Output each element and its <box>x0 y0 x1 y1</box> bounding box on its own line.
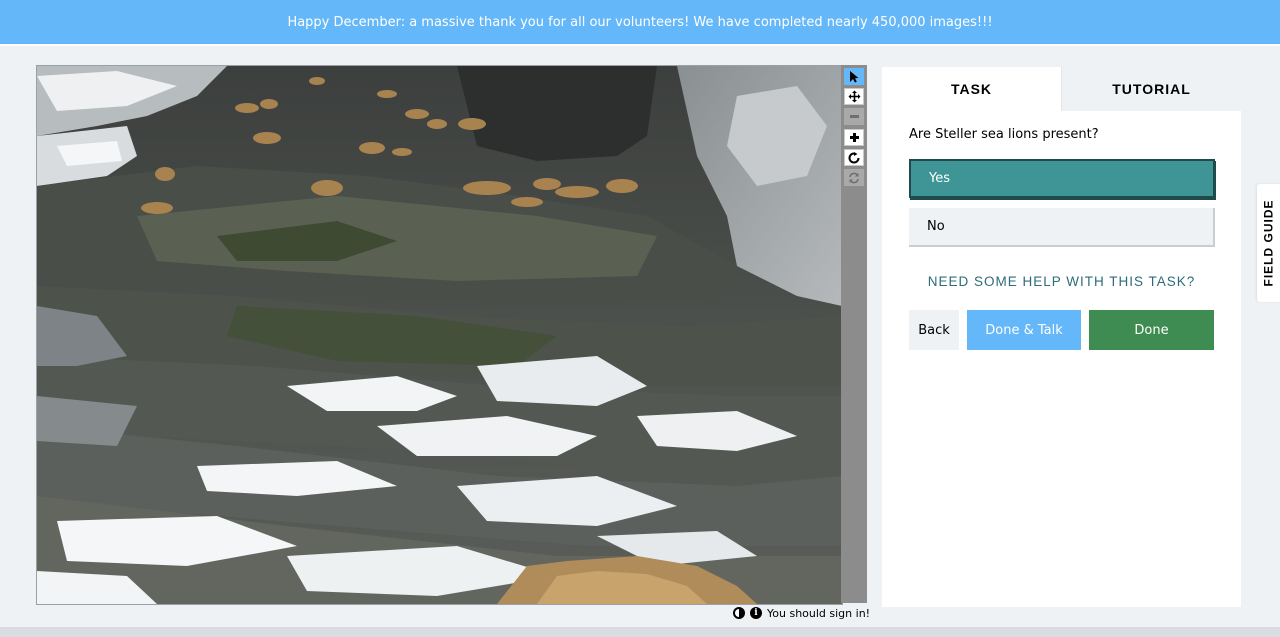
rotate-button[interactable] <box>844 149 864 166</box>
answer-no-label: No <box>927 219 945 234</box>
move-tool-button[interactable] <box>844 88 864 105</box>
banner-divider <box>0 44 1280 46</box>
answer-no-button[interactable]: No <box>909 208 1215 247</box>
field-guide-tab[interactable]: FIELD GUIDE <box>1257 184 1280 302</box>
reset-icon <box>849 172 859 183</box>
zoom-in-icon <box>849 133 859 142</box>
bottom-edge <box>0 627 1280 637</box>
pointer-icon <box>850 71 859 83</box>
answer-yes-button[interactable]: Yes <box>909 159 1215 198</box>
done-and-talk-button[interactable]: Done & Talk <box>967 310 1081 350</box>
tab-tutorial[interactable]: TUTORIAL <box>1061 67 1241 111</box>
subject-image[interactable] <box>37 66 842 604</box>
subject-image-viewer[interactable] <box>36 65 843 605</box>
panel-tabs: TASK TUTORIAL <box>882 67 1241 111</box>
move-icon <box>848 90 860 103</box>
rotate-icon <box>848 151 860 163</box>
banner-message: Happy December: a massive thank you for … <box>287 14 993 30</box>
info-icon[interactable]: i <box>750 607 762 619</box>
task-question: Are Steller sea lions present? <box>909 127 1099 142</box>
zoom-out-icon <box>849 115 859 118</box>
announcement-banner: Happy December: a massive thank you for … <box>0 0 1280 45</box>
task-help-link[interactable]: NEED SOME HELP WITH THIS TASK? <box>882 274 1241 289</box>
contrast-toggle-icon[interactable] <box>733 607 745 619</box>
back-button[interactable]: Back <box>909 310 959 350</box>
task-panel: TASK TUTORIAL Are Steller sea lions pres… <box>882 67 1241 607</box>
pointer-tool-button[interactable] <box>844 68 864 85</box>
zoom-out-button[interactable] <box>844 108 864 125</box>
sign-in-notice: You should sign in! <box>767 606 871 620</box>
answer-yes-label: Yes <box>929 171 950 186</box>
tab-task[interactable]: TASK <box>882 67 1061 111</box>
done-button[interactable]: Done <box>1089 310 1214 350</box>
reset-view-button[interactable] <box>844 169 864 186</box>
viewer-footer: i You should sign in! <box>733 604 870 622</box>
zoom-in-button[interactable] <box>844 129 864 146</box>
image-toolbar <box>841 65 867 603</box>
field-guide-label: FIELD GUIDE <box>1261 199 1276 287</box>
